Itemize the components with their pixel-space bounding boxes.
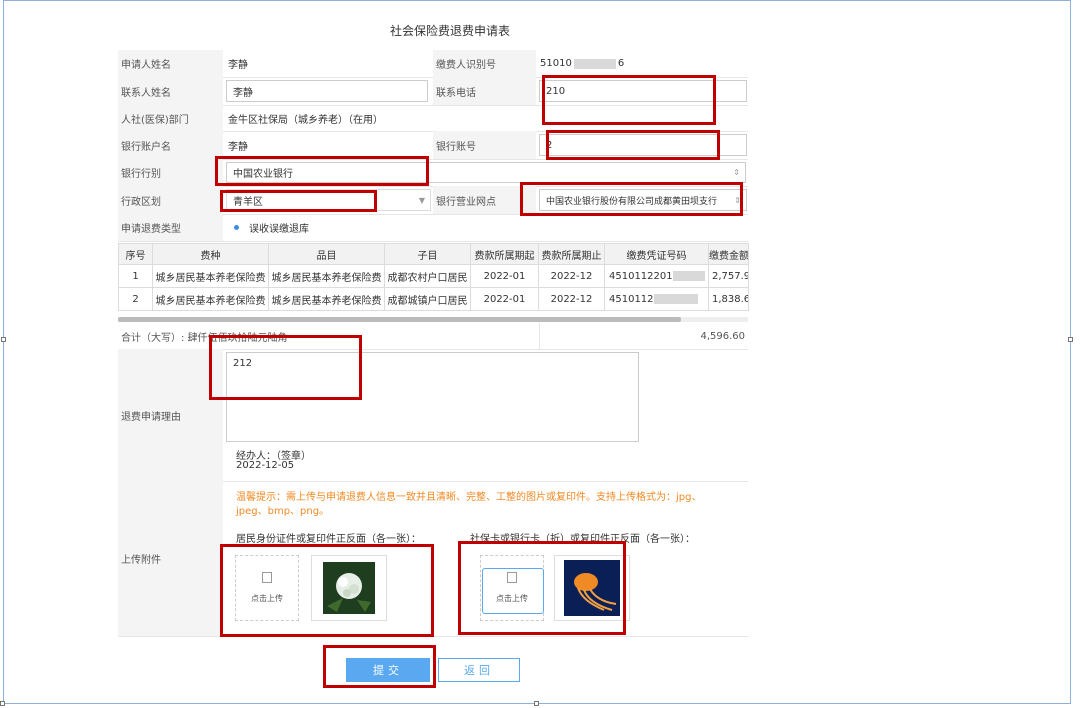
row-no: 1 xyxy=(118,264,153,288)
row-no: 2 xyxy=(118,287,153,311)
highlight-submit xyxy=(323,645,436,688)
table-header-row: 序号 费种 品目 子目 费款所属期起 费款所属期止 缴费凭证号码 缴费金额 xyxy=(118,243,749,265)
column-header: 子目 xyxy=(384,243,471,265)
scrollbar-thumb[interactable] xyxy=(118,317,681,322)
bank-account-name-label: 银行账户名 xyxy=(118,131,223,159)
row-amount: 1,838.6 xyxy=(708,287,749,311)
column-header: 序号 xyxy=(118,243,153,265)
applicant-label: 申请人姓名 xyxy=(118,50,223,77)
contact-phone-label: 联系电话 xyxy=(433,77,536,105)
row-end: 2022-12 xyxy=(538,287,605,311)
column-header: 缴费凭证号码 xyxy=(604,243,709,265)
radio-selected-icon xyxy=(234,225,239,230)
id-upload-label: 居民身份证件或复印件正反面（各一张）： xyxy=(236,534,421,545)
highlight-reason xyxy=(209,335,362,400)
column-header: 费款所属期止 xyxy=(538,243,605,265)
handler-date: 2022-12-05 xyxy=(236,460,295,471)
row-kind: 城乡居民基本养老保险费 xyxy=(152,287,269,311)
table-row: 1 城乡居民基本养老保险费 城乡居民基本养老保险费 成都农村户口居民 2022-… xyxy=(118,264,749,288)
total-value: 4,596.60 xyxy=(700,330,745,342)
page-title: 社会保险费退费申请表 xyxy=(389,24,510,38)
refund-type-radio[interactable]: 误收误缴退库 xyxy=(234,214,309,241)
highlight-card-upload xyxy=(458,541,626,635)
row-kind: 城乡居民基本养老保险费 xyxy=(152,264,269,288)
column-header: 缴费金额 xyxy=(708,243,749,265)
fee-table: 序号 费种 品目 子目 费款所属期起 费款所属期止 缴费凭证号码 缴费金额 1 … xyxy=(118,243,749,311)
row-start: 2022-01 xyxy=(470,264,539,288)
resize-handle-corner[interactable] xyxy=(0,701,5,706)
highlight-bank-account xyxy=(546,130,720,160)
resize-handle-bottom[interactable] xyxy=(534,701,539,706)
highlight-contact-phone xyxy=(542,75,716,125)
reason-label: 退费申请理由 xyxy=(118,349,223,481)
row-item: 城乡居民基本养老保险费 xyxy=(268,287,385,311)
column-header: 费款所属期起 xyxy=(470,243,539,265)
refund-type-option: 误收误缴退库 xyxy=(249,224,309,235)
resize-handle-left[interactable] xyxy=(1,337,6,342)
highlight-bank-branch xyxy=(520,182,743,216)
applicant-row: 申请人姓名 李静 缴费人识别号 51010 6 xyxy=(118,50,748,78)
row-item: 城乡居民基本养老保险费 xyxy=(268,264,385,288)
table-row: 2 城乡居民基本养老保险费 城乡居民基本养老保险费 成都城镇户口居民 2022-… xyxy=(118,287,749,311)
column-header: 品目 xyxy=(268,243,385,265)
column-header: 费种 xyxy=(152,243,269,265)
highlight-bank-type xyxy=(215,156,429,186)
table-scrollbar[interactable] xyxy=(118,317,748,322)
row-voucher: 4510112201 xyxy=(604,264,709,288)
bank-account-no-label: 银行账号 xyxy=(433,131,536,159)
contact-name-label: 联系人姓名 xyxy=(118,77,223,105)
row-start: 2022-01 xyxy=(470,287,539,311)
district-label: 行政区划 xyxy=(118,186,223,214)
highlight-id-upload xyxy=(220,544,434,637)
payer-id-label: 缴费人识别号 xyxy=(433,50,536,77)
row-end: 2022-12 xyxy=(538,264,605,288)
resize-handle-right[interactable] xyxy=(1068,337,1073,342)
chevron-down-icon: ▼ xyxy=(418,195,425,205)
bank-account-name-value: 李静 xyxy=(228,141,248,153)
payer-id-value: 51010 6 xyxy=(540,58,625,69)
applicant-value: 李静 xyxy=(228,60,248,71)
row-sub: 成都农村户口居民 xyxy=(384,264,471,288)
row-sub: 成都城镇户口居民 xyxy=(384,287,471,311)
department-label: 人社(医保)部门 xyxy=(118,105,223,131)
bank-type-label: 银行行别 xyxy=(118,159,223,186)
select-arrows-icon: ⇕ xyxy=(733,168,740,177)
back-button[interactable]: 返回 xyxy=(438,658,520,682)
upload-tip: 温馨提示：需上传与申请退费人信息一致并且清晰、完整、工整的图片或复印件。支持上传… xyxy=(236,492,702,517)
contact-name-input[interactable]: 李静 xyxy=(226,80,428,102)
row-voucher: 4510112 xyxy=(604,287,709,311)
refund-type-row: 申请退费类型 误收误缴退库 xyxy=(118,214,748,242)
department-value: 金牛区社保局（城乡养老）（在用） xyxy=(228,114,383,126)
row-amount: 2,757.9 xyxy=(708,264,749,288)
highlight-district xyxy=(220,190,377,212)
upload-label: 上传附件 xyxy=(118,481,223,636)
refund-type-label: 申请退费类型 xyxy=(118,214,223,241)
